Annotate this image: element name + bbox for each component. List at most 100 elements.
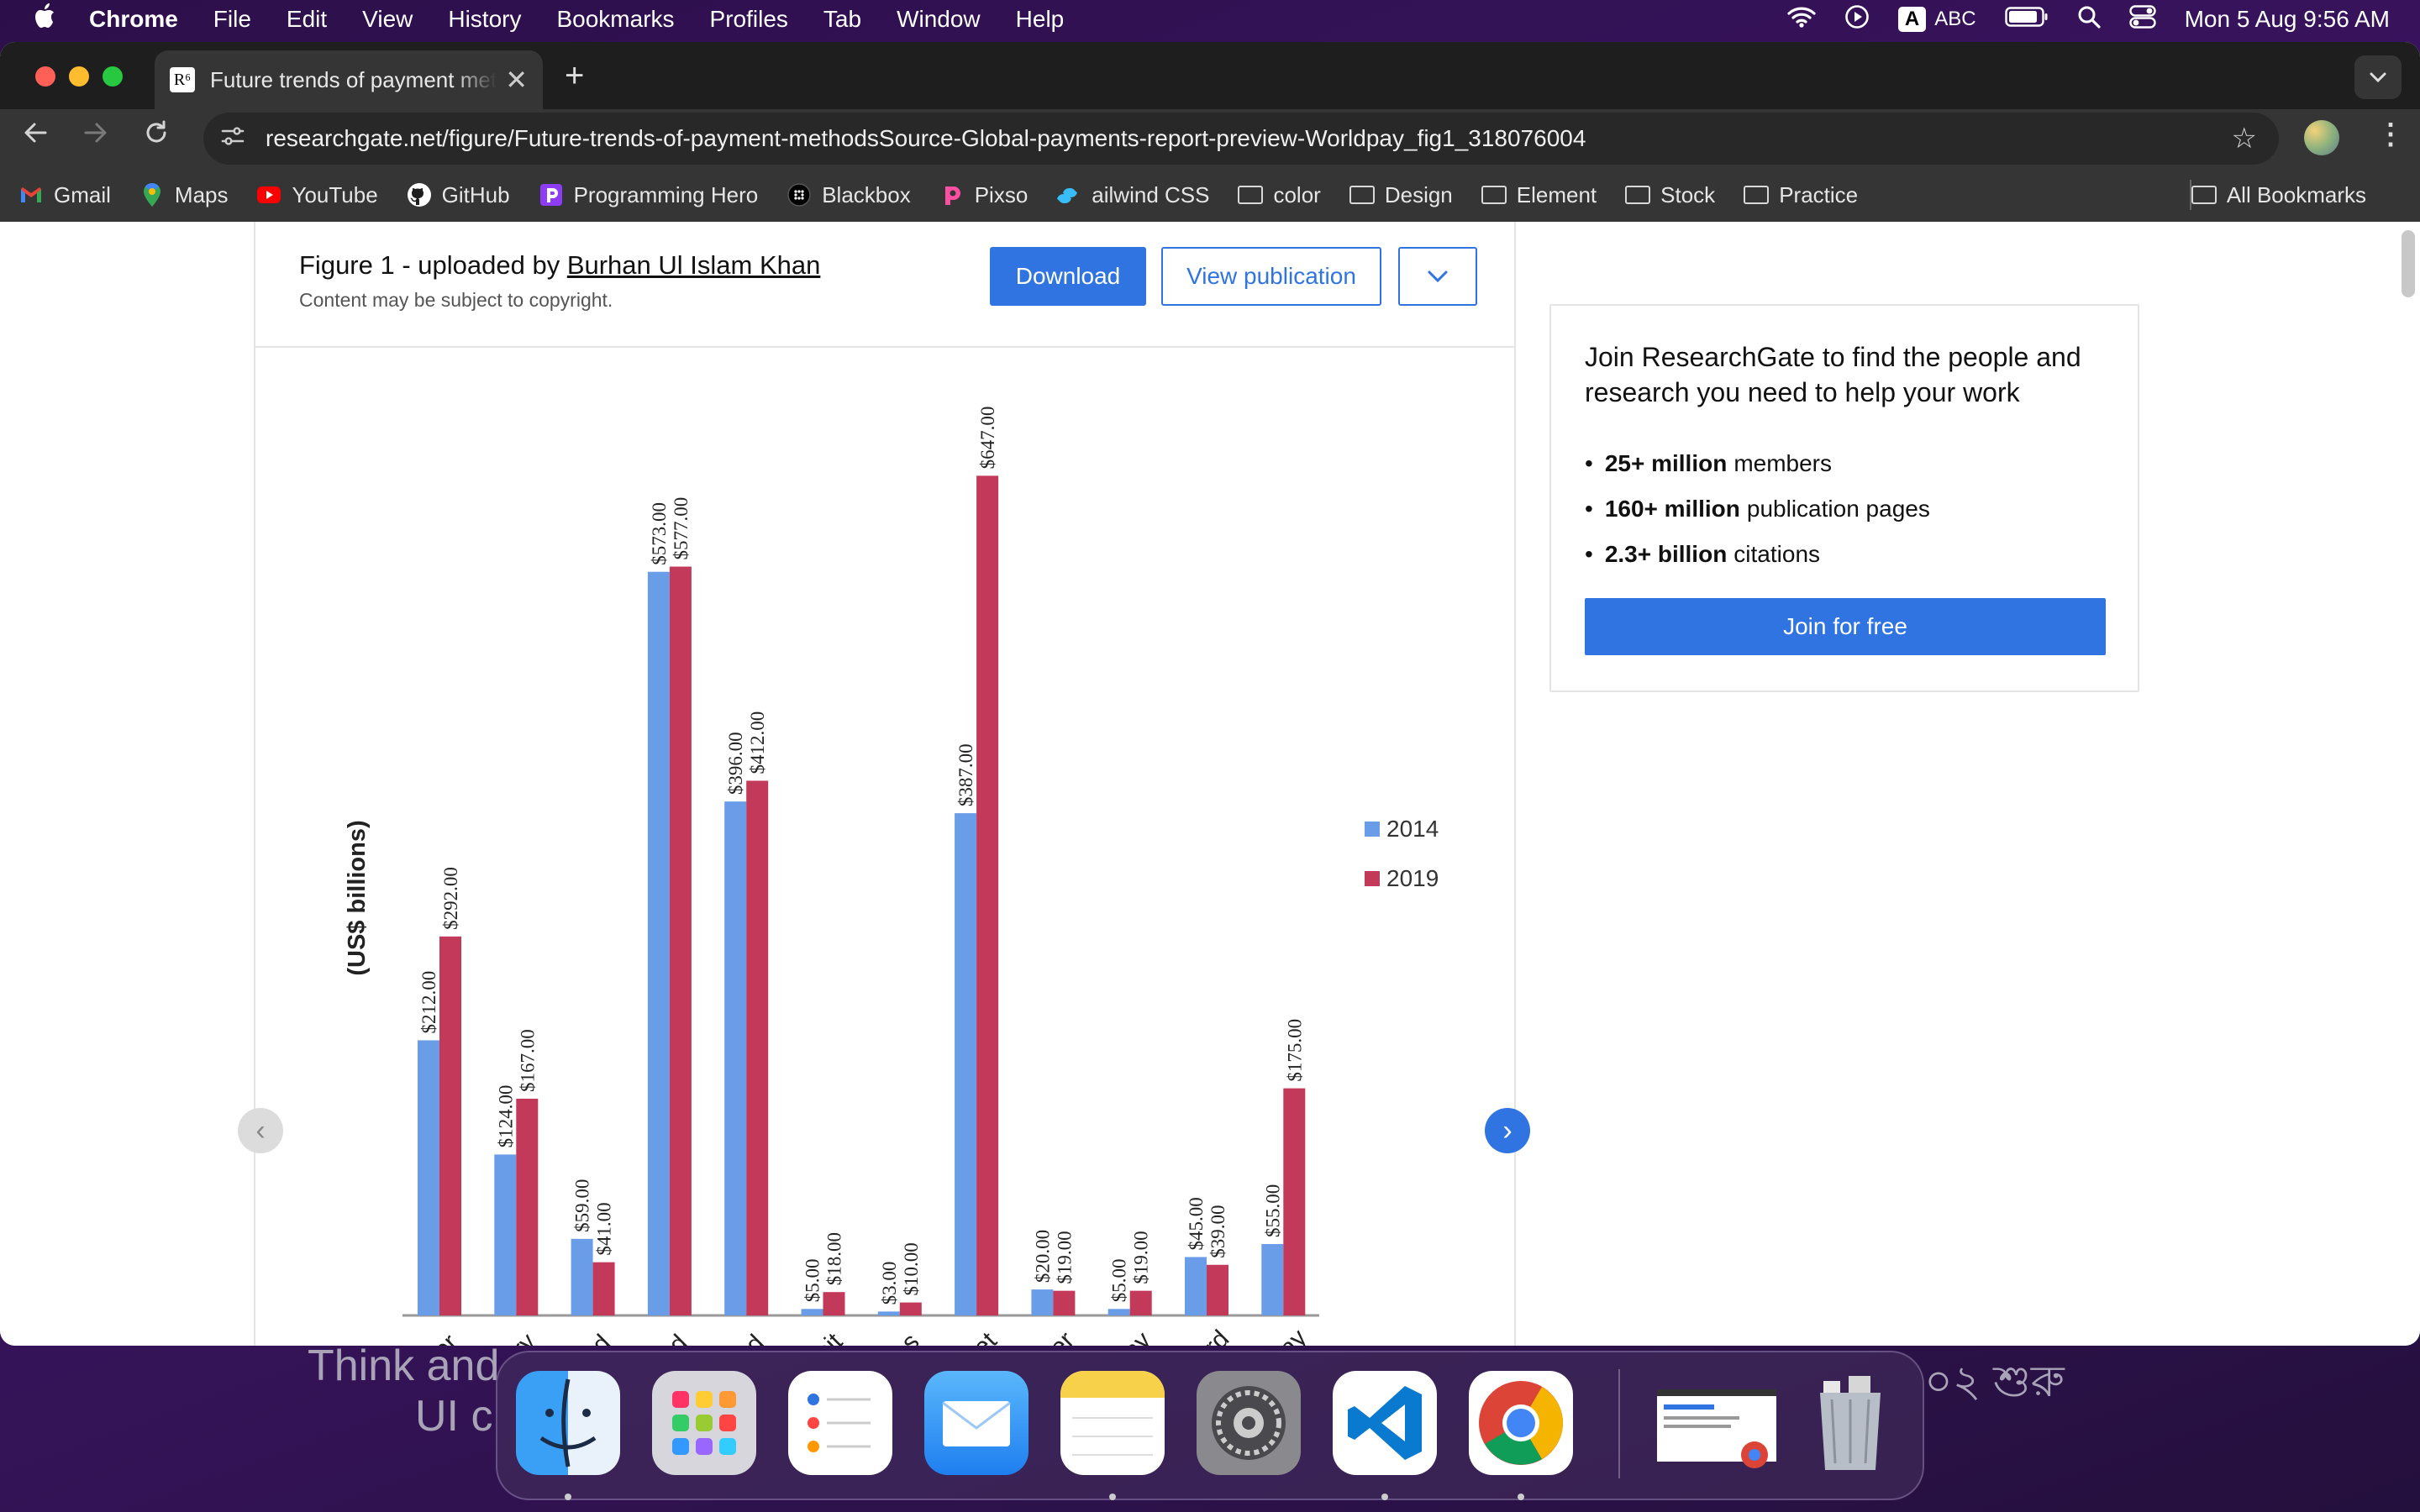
zoom-window-button[interactable] bbox=[103, 66, 123, 87]
bar-2014-8 bbox=[1031, 1289, 1054, 1315]
join-for-free-button[interactable]: Join for free bbox=[1585, 598, 2106, 655]
bookmark-pixso[interactable]: Pixso bbox=[939, 182, 1028, 208]
menu-edit[interactable]: Edit bbox=[287, 6, 327, 33]
copyright-note: Content may be subject to copyright. bbox=[299, 289, 613, 311]
browser-tab-active[interactable]: R⁶ Future trends of payment methodsSourc… bbox=[155, 50, 543, 109]
bookmark-gmail[interactable]: Gmail bbox=[18, 182, 111, 208]
tab-search-button[interactable] bbox=[2354, 55, 2402, 99]
menu-clock[interactable]: Mon 5 Aug 9:56 AM bbox=[2185, 6, 2390, 33]
chrome-window-thumbnail[interactable] bbox=[1654, 1371, 1780, 1475]
bar-2014-3 bbox=[647, 571, 670, 1315]
menu-tab[interactable]: Tab bbox=[823, 6, 861, 33]
data-label-2019-10: $39.00 bbox=[1207, 1205, 1228, 1257]
legend-label-2019: 2019 bbox=[1386, 865, 1439, 891]
battery-icon[interactable] bbox=[2004, 6, 2049, 33]
finder-icon[interactable] bbox=[516, 1371, 620, 1475]
launchpad-icon[interactable] bbox=[652, 1371, 756, 1475]
profile-avatar[interactable] bbox=[2304, 120, 2339, 155]
more-options-button[interactable] bbox=[1398, 247, 1477, 306]
bookmark-folder-color[interactable]: color bbox=[1238, 182, 1321, 208]
data-label-2019-5: $18.00 bbox=[824, 1232, 845, 1285]
bar-2019-9 bbox=[1129, 1290, 1152, 1315]
next-figure-button[interactable]: › bbox=[1485, 1108, 1530, 1153]
bookmark-folder-label: Practice bbox=[1779, 181, 1859, 207]
menu-history[interactable]: History bbox=[448, 6, 521, 33]
legend-swatch-2019 bbox=[1365, 871, 1380, 886]
bookmark-youtube[interactable]: YouTube bbox=[256, 182, 378, 208]
bookmark-programming-hero[interactable]: Programming Hero bbox=[539, 181, 759, 208]
bookmark-maps[interactable]: Maps bbox=[139, 182, 228, 208]
youtube-icon bbox=[256, 182, 281, 207]
data-label-2019-6: $10.00 bbox=[901, 1242, 922, 1295]
minimize-window-button[interactable] bbox=[69, 66, 89, 87]
bookmark-star-icon[interactable]: ☆ bbox=[2232, 122, 2257, 155]
page-scrollbar[interactable] bbox=[2402, 230, 2415, 297]
vscode-icon[interactable] bbox=[1333, 1371, 1437, 1475]
category-label-10: l Card bbox=[1167, 1325, 1234, 1346]
mail-icon[interactable] bbox=[924, 1371, 1028, 1475]
menu-profiles[interactable]: Profiles bbox=[710, 6, 788, 33]
bookmark-label: Programming Hero bbox=[573, 181, 759, 207]
bar-2019-2 bbox=[592, 1262, 615, 1315]
data-label-2014-3: $573.00 bbox=[649, 502, 670, 565]
bookmark-folder-design[interactable]: Design bbox=[1349, 182, 1453, 208]
bar-2014-4 bbox=[724, 801, 747, 1315]
bookmark-folder-stock[interactable]: Stock bbox=[1625, 182, 1715, 208]
menu-window[interactable]: Window bbox=[897, 6, 981, 33]
spotlight-search-icon[interactable] bbox=[2077, 5, 2101, 34]
bookmark-tailwind[interactable]: ailwind CSS bbox=[1056, 182, 1209, 208]
bookmark-folder-practice[interactable]: Practice bbox=[1744, 182, 1858, 208]
menu-file[interactable]: File bbox=[213, 6, 251, 33]
dock bbox=[496, 1351, 1924, 1500]
bookmark-github[interactable]: GitHub bbox=[407, 182, 510, 208]
category-label-11: cePay bbox=[1243, 1324, 1312, 1346]
view-publication-button[interactable]: View publication bbox=[1161, 247, 1381, 306]
reload-button[interactable] bbox=[143, 119, 170, 154]
close-window-button[interactable] bbox=[35, 66, 55, 87]
all-bookmarks-button[interactable]: All Bookmarks bbox=[2191, 168, 2366, 222]
bar-2014-9 bbox=[1107, 1309, 1130, 1315]
chrome-menu-icon[interactable]: ⋮ bbox=[2376, 118, 2405, 151]
menu-help[interactable]: Help bbox=[1016, 6, 1065, 33]
new-tab-button[interactable]: + bbox=[565, 57, 584, 95]
menu-bookmarks[interactable]: Bookmarks bbox=[556, 6, 674, 33]
site-info-icon[interactable] bbox=[220, 124, 249, 154]
play-status-icon[interactable] bbox=[1844, 4, 1870, 35]
bar-2014-0 bbox=[418, 1040, 439, 1315]
data-label-2019-4: $412.00 bbox=[747, 711, 768, 774]
folder-icon bbox=[1481, 186, 1507, 204]
wifi-icon[interactable] bbox=[1787, 6, 1816, 34]
stat-text: members bbox=[1733, 450, 1833, 476]
reload-icon bbox=[146, 120, 166, 143]
bookmark-blackbox[interactable]: Blackbox bbox=[786, 182, 911, 208]
control-center-icon[interactable] bbox=[2128, 4, 2156, 34]
previous-figure-button[interactable]: ‹ bbox=[238, 1108, 283, 1153]
dock-divider bbox=[1618, 1369, 1620, 1478]
menu-app-name[interactable]: Chrome bbox=[89, 6, 178, 33]
bar-2019-5 bbox=[823, 1292, 845, 1315]
category-label-4: Card bbox=[712, 1330, 770, 1346]
category-label-5: Debit bbox=[786, 1327, 848, 1346]
data-label-2014-2: $59.00 bbox=[572, 1179, 593, 1232]
uploader-link[interactable]: Burhan Ul Islam Khan bbox=[567, 250, 821, 280]
stat-bold: 160+ million bbox=[1604, 496, 1740, 522]
chrome-icon[interactable] bbox=[1469, 1371, 1573, 1475]
tab-strip: R⁶ Future trends of payment methodsSourc… bbox=[0, 42, 2420, 109]
input-source[interactable]: A ABC bbox=[1897, 7, 1976, 32]
tab-close-icon[interactable]: ✕ bbox=[505, 64, 528, 96]
system-settings-icon[interactable] bbox=[1197, 1371, 1301, 1475]
forward-button[interactable] bbox=[82, 119, 109, 154]
bookmark-folder-element[interactable]: Element bbox=[1481, 182, 1597, 208]
apple-icon[interactable] bbox=[34, 3, 55, 35]
download-button[interactable]: Download bbox=[990, 247, 1146, 306]
data-label-2019-1: $167.00 bbox=[517, 1029, 538, 1092]
bar-2019-4 bbox=[746, 780, 769, 1315]
reminders-icon[interactable] bbox=[788, 1371, 892, 1475]
address-bar[interactable]: researchgate.net/figure/Future-trends-of… bbox=[203, 113, 2279, 165]
data-label-2014-6: $3.00 bbox=[879, 1262, 900, 1305]
figure-title: Figure 1 - uploaded by Burhan Ul Islam K… bbox=[299, 250, 820, 281]
notes-icon[interactable] bbox=[1060, 1371, 1165, 1475]
back-button[interactable] bbox=[22, 119, 49, 154]
menu-view[interactable]: View bbox=[362, 6, 413, 33]
trash-icon[interactable] bbox=[1798, 1371, 1902, 1475]
